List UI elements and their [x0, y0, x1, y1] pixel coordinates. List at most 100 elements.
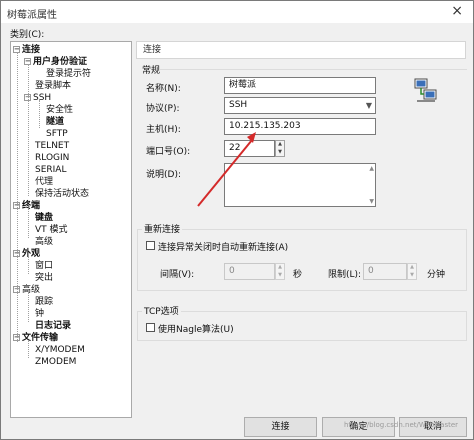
tree-connector: [17, 52, 18, 342]
tree-item[interactable]: SFTP: [46, 128, 68, 140]
nagle-label: 使用Nagle算法(U): [158, 325, 234, 335]
tree-item[interactable]: 安全性: [46, 104, 73, 116]
tree-item-label: SFTP: [46, 129, 68, 139]
host-label: 主机(H):: [146, 125, 181, 135]
nagle-checkbox[interactable]: [146, 323, 155, 332]
close-icon[interactable]: ×: [451, 3, 463, 19]
tree-item-label: 键盘: [35, 213, 54, 223]
limit-spinner[interactable]: ▲ ▼: [407, 263, 417, 280]
limit-label: 限制(L):: [328, 270, 362, 280]
auto-reconnect-label: 连接异常关闭时自动重新连接(A): [158, 243, 289, 253]
tree-item[interactable]: TELNET: [35, 140, 69, 152]
panel-header: 连接: [136, 41, 466, 59]
tree-item-label: 安全性: [46, 105, 74, 115]
tree-item[interactable]: − 文件传输: [13, 332, 58, 344]
tree-item-label: 登录提示符: [46, 69, 92, 79]
tree-item-label: 用户身份验证: [33, 57, 88, 67]
reconnect-group: [137, 229, 467, 291]
general-divider: [159, 69, 467, 70]
tree-item-label: 保持活动状态: [35, 189, 90, 199]
tree-item[interactable]: 高级: [35, 236, 53, 248]
tree-item-label: 高级: [22, 285, 41, 295]
tcp-group-title: TCP选项: [142, 304, 181, 317]
limit-field[interactable]: 0: [363, 263, 407, 280]
tree-item-label: 登录脚本: [35, 81, 72, 91]
tree-item[interactable]: SERIAL: [35, 164, 66, 176]
name-label: 名称(N):: [146, 84, 181, 94]
tree-item[interactable]: 键盘: [35, 212, 53, 224]
protocol-label: 协议(P):: [146, 104, 180, 114]
tree-item[interactable]: 钟: [35, 308, 44, 320]
tree-item-label: 连接: [22, 45, 41, 55]
tree-item[interactable]: 登录脚本: [35, 80, 71, 92]
protocol-select[interactable]: SSH ▼: [224, 97, 376, 114]
tree-item-label: X/YMODEM: [35, 345, 85, 355]
tree-item[interactable]: 窗口: [35, 260, 53, 272]
tree-item-label: SSH: [33, 93, 52, 103]
tree-item[interactable]: 登录提示符: [46, 68, 91, 80]
tree-item-label: VT 模式: [35, 225, 68, 235]
tree-item[interactable]: 隧道: [46, 116, 64, 128]
tree-item[interactable]: ZMODEM: [35, 356, 76, 368]
reconnect-group-title: 重新连接: [142, 222, 183, 235]
title-bar: 树莓派属性 ×: [1, 1, 473, 23]
interval-spinner[interactable]: ▲ ▼: [275, 263, 285, 280]
tree-item[interactable]: VT 模式: [35, 224, 68, 236]
tree-connector: [28, 292, 29, 322]
tree-item[interactable]: − 用户身份验证: [24, 56, 87, 68]
tree-item[interactable]: 日志记录: [35, 320, 71, 332]
tree-item-label: SERIAL: [35, 165, 67, 175]
tree-connector: [28, 64, 29, 196]
tree-connector: [39, 100, 40, 128]
spin-down-icon[interactable]: ▼: [408, 272, 416, 279]
port-label: 端口号(O):: [146, 147, 191, 157]
port-field[interactable]: 22: [224, 140, 275, 157]
tree-item-label: 跟踪: [35, 297, 54, 307]
general-group-title: 常规: [142, 66, 161, 76]
network-icon: [414, 77, 438, 103]
tree-item[interactable]: 代理: [35, 176, 53, 188]
tree-item-label: 代理: [35, 177, 54, 187]
tree-item-label: 外观: [22, 249, 41, 259]
tree-item-label: 隧道: [46, 117, 65, 127]
name-field[interactable]: 树莓派: [224, 77, 376, 94]
spin-up-icon[interactable]: ▲: [276, 141, 284, 148]
scroll-down-icon[interactable]: ▼: [369, 198, 374, 205]
tree-item-label: ZMODEM: [35, 357, 77, 367]
tree-item-label: RLOGIN: [35, 153, 70, 163]
tree-item[interactable]: RLOGIN: [35, 152, 69, 164]
category-tree[interactable]: − 连接 − 用户身份验证 登录提示符 登录脚本 − SSH 安全性 隧道 SFTP TELNET RL…: [10, 41, 132, 418]
connect-button[interactable]: 连接: [244, 417, 317, 437]
tree-connector: [28, 256, 29, 274]
scroll-up-icon[interactable]: ▲: [369, 165, 374, 172]
tree-item-label: 日志记录: [35, 321, 72, 331]
interval-label: 间隔(V):: [160, 270, 195, 280]
spin-up-icon[interactable]: ▲: [408, 264, 416, 271]
spin-down-icon[interactable]: ▼: [276, 272, 284, 279]
tree-item[interactable]: 保持活动状态: [35, 188, 89, 200]
host-field[interactable]: 10.215.135.203: [224, 118, 376, 135]
watermark: https://blog.csdn.net/WebMaster: [344, 421, 459, 429]
limit-unit: 分钟: [427, 270, 446, 280]
tree-item-label: 钟: [35, 309, 45, 319]
description-label: 说明(D):: [146, 170, 181, 180]
tree-connector: [28, 340, 29, 358]
chevron-down-icon: ▼: [365, 101, 372, 110]
tree-item-label: TELNET: [35, 141, 70, 151]
description-field[interactable]: ▲ ▼: [224, 163, 376, 207]
protocol-value: SSH: [229, 100, 248, 110]
auto-reconnect-checkbox[interactable]: [146, 241, 155, 250]
tree-item-label: 窗口: [35, 261, 54, 271]
spin-up-icon[interactable]: ▲: [276, 264, 284, 271]
properties-dialog: 树莓派属性 × 类别(C): − 连接 − 用户身份验证 登录提示符 登录脚本 − SSH 安全…: [0, 0, 474, 440]
port-spinner[interactable]: ▲ ▼: [275, 140, 285, 157]
tree-item[interactable]: 跟踪: [35, 296, 53, 308]
tree-item-label: 终端: [22, 201, 41, 211]
tree-connector: [28, 208, 29, 238]
spin-down-icon[interactable]: ▼: [276, 149, 284, 156]
tree-item[interactable]: X/YMODEM: [35, 344, 85, 356]
tree-item-label: 高级: [35, 237, 54, 247]
interval-field[interactable]: 0: [224, 263, 275, 280]
interval-unit: 秒: [293, 270, 303, 280]
tree-item[interactable]: 突出: [35, 272, 53, 284]
